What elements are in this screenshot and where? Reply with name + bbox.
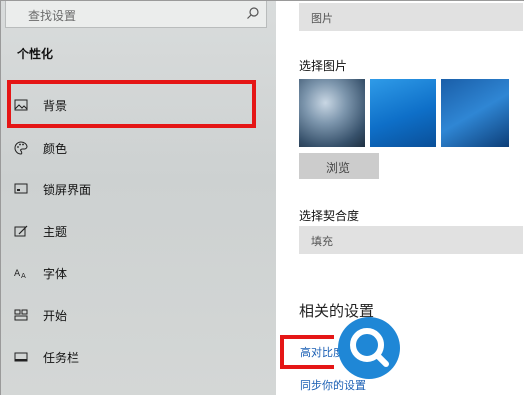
- watermark-brand: IT百科: [406, 348, 509, 386]
- sidebar-item-font[interactable]: A A 字体: [1, 253, 276, 293]
- watermark: PConline IT百科: [338, 317, 522, 392]
- sidebar-item-label: 颜色: [43, 142, 68, 156]
- sidebar-item-lockscreen[interactable]: 锁屏界面: [1, 169, 276, 209]
- watermark-top-text: PConline: [408, 320, 465, 336]
- browse-button-label: 浏览: [326, 161, 351, 175]
- sidebar-item-label: 开始: [43, 309, 68, 323]
- sidebar-item-theme[interactable]: 主题: [1, 211, 276, 251]
- fit-dropdown-value: 填充: [311, 235, 333, 248]
- picture-thumbnail-3[interactable]: [441, 79, 509, 147]
- highlight-box: [7, 80, 256, 128]
- sidebar-item-start[interactable]: 开始: [1, 295, 276, 335]
- browse-button[interactable]: 浏览: [299, 153, 379, 179]
- sidebar-item-label: 主题: [43, 225, 68, 239]
- taskbar-icon: [14, 352, 28, 362]
- search-input[interactable]: 查找设置: [28, 7, 76, 24]
- picture-thumbnail-1[interactable]: [299, 79, 365, 147]
- sidebar-item-taskbar[interactable]: 任务栏: [1, 337, 276, 377]
- settings-sidebar: 查找设置 个性化 背景 颜色 锁屏界面 主题 A A 字体 开始 任务栏: [1, 1, 276, 395]
- font-icon: A A: [14, 269, 26, 280]
- sidebar-item-color[interactable]: 颜色: [1, 128, 276, 168]
- start-icon: [14, 309, 28, 321]
- lockscreen-icon: [14, 183, 28, 194]
- svg-text:A: A: [21, 272, 26, 280]
- sidebar-item-label: 任务栏: [43, 351, 80, 365]
- fit-dropdown[interactable]: 填充: [299, 226, 523, 254]
- section-title: 个性化: [17, 47, 54, 61]
- search-icon: [350, 328, 389, 367]
- highlight-box-small: [280, 335, 334, 369]
- background-dropdown[interactable]: 图片: [299, 3, 523, 31]
- watermark-logo: [338, 317, 400, 379]
- picture-thumbnail-2[interactable]: [370, 79, 436, 147]
- svg-text:A: A: [14, 269, 21, 279]
- theme-icon: [14, 225, 28, 237]
- fit-label: 选择契合度: [299, 209, 360, 223]
- palette-icon: [14, 141, 28, 155]
- background-dropdown-value: 图片: [311, 12, 333, 25]
- sidebar-item-label: 字体: [43, 267, 68, 281]
- sidebar-item-label: 锁屏界面: [43, 183, 92, 197]
- choose-picture-label: 选择图片: [299, 59, 348, 73]
- search-icon[interactable]: [246, 6, 260, 20]
- search-box[interactable]: 查找设置: [5, 1, 267, 28]
